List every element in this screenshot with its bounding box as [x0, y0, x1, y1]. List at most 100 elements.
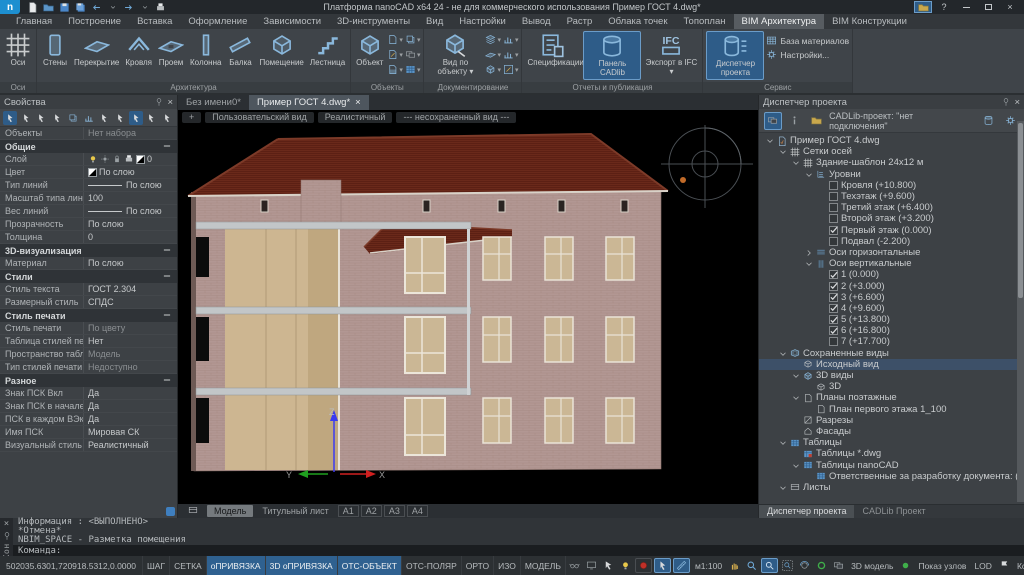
- folder-icon[interactable]: [914, 1, 932, 13]
- orbit-green-button[interactable]: [813, 556, 830, 575]
- tree-item[interactable]: Первый этаж (0.000): [759, 225, 1024, 236]
- checkbox[interactable]: [829, 282, 838, 291]
- tree-item[interactable]: Сетки осей: [759, 146, 1024, 157]
- layout-tab-Модель[interactable]: Модель: [207, 505, 253, 517]
- ribbon-button-Стены[interactable]: Стены: [40, 31, 70, 80]
- zoom-area-button[interactable]: [779, 556, 796, 575]
- property-value[interactable]: Да: [84, 401, 177, 411]
- property-value[interactable]: По цвету: [84, 323, 177, 333]
- ribbon-small-sheet-half-button[interactable]: ▾: [387, 63, 403, 76]
- checkbox[interactable]: [829, 203, 838, 212]
- ribbon-button-Помещение[interactable]: Помещение: [257, 31, 305, 80]
- status-toggle-3D оПРИВЯЗКА[interactable]: 3D оПРИВЯЗКА: [266, 556, 338, 575]
- layout-tab-А3[interactable]: А3: [384, 505, 405, 517]
- status-toggle-ОРТО[interactable]: ОРТО: [462, 556, 494, 575]
- property-value[interactable]: По слою: [84, 180, 177, 190]
- property-value[interactable]: 100: [84, 193, 177, 203]
- chevron-down-icon[interactable]: [778, 147, 787, 156]
- property-section-3D-визуализация[interactable]: 3D-визуализация: [0, 244, 177, 257]
- layout-tab-А2[interactable]: А2: [361, 505, 382, 517]
- document-tab[interactable]: Без имени0*: [178, 95, 249, 110]
- tree-item[interactable]: 6 (+16.800): [759, 325, 1024, 336]
- tree-item[interactable]: Кровля (+10.800): [759, 180, 1024, 191]
- hand-button[interactable]: [726, 556, 743, 575]
- orbit-button[interactable]: [796, 556, 813, 575]
- tree-item[interactable]: Здание-шаблон 24x12 м: [759, 157, 1024, 168]
- tree-item[interactable]: 3D виды: [759, 370, 1024, 381]
- property-value[interactable]: 0: [84, 232, 177, 242]
- zoom-box-button[interactable]: [761, 558, 778, 573]
- ribbon-small-slab-button[interactable]: ▾: [485, 48, 501, 61]
- ribbon-small-layers-button[interactable]: ▾: [485, 33, 501, 46]
- close-icon[interactable]: ×: [167, 97, 173, 108]
- chevron-down-icon[interactable]: [791, 461, 800, 470]
- qat-undo-button[interactable]: [90, 1, 103, 13]
- ribbon-button-Кровля[interactable]: Кровля: [123, 31, 154, 80]
- ribbon-tab-Настройки[interactable]: Настройки: [451, 14, 514, 29]
- property-value[interactable]: Да: [84, 388, 177, 398]
- ribbon-tab-Построение[interactable]: Построение: [60, 14, 129, 29]
- open-project-button[interactable]: [807, 112, 825, 130]
- tree-item[interactable]: Планы поэтажные: [759, 392, 1024, 403]
- tree-item[interactable]: Разрезы: [759, 415, 1024, 426]
- chevron-down-icon[interactable]: [778, 483, 787, 492]
- tree-item[interactable]: Третий этаж (+6.400): [759, 202, 1024, 213]
- property-value[interactable]: Да: [84, 414, 177, 424]
- ribbon-tab-Топоплан[interactable]: Топоплан: [676, 14, 734, 29]
- property-value[interactable]: По слою: [84, 206, 177, 216]
- sheet-stack-icon[interactable]: [181, 505, 205, 518]
- ribbon-button-Перекрытие[interactable]: Перекрытие: [72, 31, 121, 80]
- ribbon-tab-Главная[interactable]: Главная: [8, 14, 60, 29]
- ribbon-small-sheet-pencil-button[interactable]: ▾: [387, 48, 403, 61]
- tree-item[interactable]: 1 (0.000): [759, 269, 1024, 280]
- close-icon[interactable]: ×: [4, 519, 9, 529]
- checkbox[interactable]: [829, 270, 838, 279]
- checkbox[interactable]: [829, 337, 838, 346]
- tree-item[interactable]: Сохраненные виды: [759, 348, 1024, 359]
- ruler-button[interactable]: [673, 558, 690, 573]
- checkbox[interactable]: [829, 214, 838, 223]
- panel-tab-CADLib Проект[interactable]: CADLib Проект: [854, 505, 933, 518]
- chevron-down-icon[interactable]: [791, 158, 800, 167]
- ribbon-button-Колонна[interactable]: Колонна: [188, 31, 223, 80]
- tree-item[interactable]: 3D: [759, 381, 1024, 392]
- pin-icon[interactable]: [1001, 97, 1011, 107]
- chevron-down-icon[interactable]: [804, 170, 813, 179]
- chevron-down-icon[interactable]: [778, 349, 787, 358]
- ribbon-tab-Растр[interactable]: Растр: [559, 14, 601, 29]
- tree-item[interactable]: Оси горизонтальные: [759, 247, 1024, 258]
- view-control-button[interactable]: Реалистичный: [318, 112, 393, 123]
- view-control-button[interactable]: +: [182, 112, 201, 123]
- ribbon-tab-Облака точек[interactable]: Облака точек: [600, 14, 675, 29]
- snap-cursor-button[interactable]: [654, 558, 671, 573]
- checkbox[interactable]: [829, 293, 838, 302]
- status-toggle-МОДЕЛЬ[interactable]: МОДЕЛЬ: [521, 556, 566, 575]
- layout-tab-А4[interactable]: А4: [407, 505, 428, 517]
- ribbon-tab-BIM Архитектура[interactable]: BIM Архитектура: [734, 14, 825, 29]
- qat-save-button[interactable]: [58, 1, 71, 13]
- select-rect-button[interactable]: [34, 111, 48, 125]
- ribbon-small-room-button[interactable]: ▾: [485, 63, 501, 76]
- ribbon-button-Лестница[interactable]: Лестница: [308, 31, 347, 80]
- ribbon-tab-Вставка[interactable]: Вставка: [129, 14, 180, 29]
- tree-item[interactable]: Уровни: [759, 169, 1024, 180]
- ribbon-tab-Вывод[interactable]: Вывод: [514, 14, 559, 29]
- property-value[interactable]: ГОСТ 2.304: [84, 284, 177, 294]
- qat-open-folder-button[interactable]: [42, 1, 55, 13]
- property-section-Стили[interactable]: Стили: [0, 270, 177, 283]
- ribbon-small-screens-button[interactable]: ▾: [405, 48, 421, 61]
- ribbon-button-Панель CADlib[interactable]: Панель CADlib: [583, 31, 641, 80]
- tree-item[interactable]: Фасады: [759, 426, 1024, 437]
- db-button[interactable]: [980, 112, 998, 130]
- close-button[interactable]: ×: [1000, 1, 1020, 13]
- property-section-Стиль печати[interactable]: Стиль печати: [0, 309, 177, 322]
- tree-item[interactable]: 5 (+13.800): [759, 314, 1024, 325]
- command-input[interactable]: Команда:: [13, 545, 1024, 556]
- filter-button[interactable]: [82, 111, 96, 125]
- glasses-button[interactable]: [566, 556, 583, 575]
- ribbon-button-Диспетчер проекта[interactable]: Диспетчер проекта: [706, 31, 764, 80]
- tree-item[interactable]: Исходный вид: [759, 359, 1024, 370]
- tree-item[interactable]: Второй этаж (+3.200): [759, 213, 1024, 224]
- ribbon-small-sketch-button[interactable]: ▾: [503, 63, 519, 76]
- view-control-button[interactable]: Пользовательский вид: [205, 112, 313, 123]
